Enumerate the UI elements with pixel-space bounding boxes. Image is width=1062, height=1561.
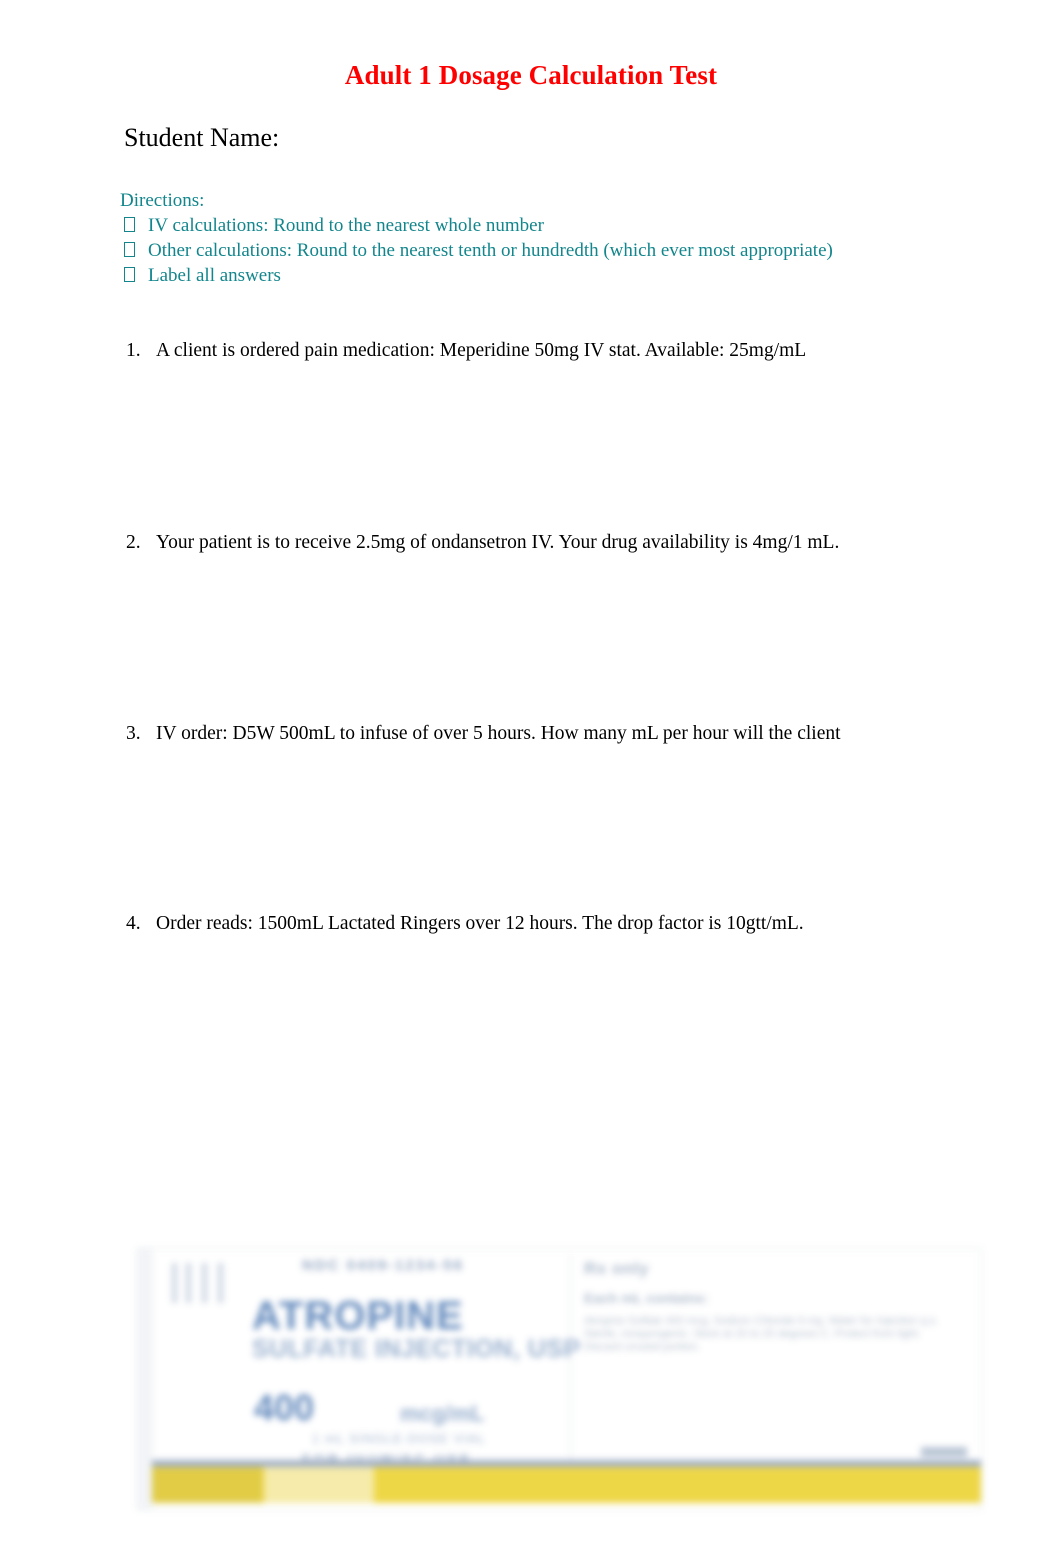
document-page: Adult 1 Dosage Calculation Test Student … (0, 0, 1062, 1561)
medication-vial-label-image: NDC 0409-1234-56 ATROPINE SULFATE INJECT… (137, 1248, 982, 1510)
question-item-2: 2. Your patient is to receive 2.5mg of on… (126, 532, 839, 554)
barcode-icon (172, 1263, 242, 1303)
question-number: 3. (126, 723, 141, 744)
question-number: 1. (126, 340, 141, 361)
bullet-box-icon (124, 217, 135, 232)
student-name-label: Student Name: (124, 123, 280, 152)
directions-item-label-all-answers: Label all answers (120, 263, 920, 288)
label-fineprint-block: Rx only Each mL contains: Atropine Sulfa… (584, 1259, 954, 1354)
question-text: Order reads: 1500mL Lactated Ringers ove… (156, 913, 804, 934)
label-drug-subtitle: SULFATE INJECTION, USP (252, 1335, 581, 1363)
bullet-box-icon (124, 242, 135, 257)
bullet-box-icon (124, 267, 135, 282)
label-ndc-code: NDC 0409-1234-56 (302, 1257, 465, 1274)
label-left-strip (138, 1249, 152, 1509)
directions-item-label: Other calculations: Round to the nearest… (148, 240, 833, 261)
directions-block: Directions: IV calculations: Round to th… (120, 188, 920, 288)
label-contents-text: Atropine Sulfate 400 mcg, Sodium Chlorid… (584, 1315, 939, 1353)
label-yellow-band (152, 1467, 981, 1503)
label-content: NDC 0409-1234-56 ATROPINE SULFATE INJECT… (152, 1249, 981, 1509)
directions-item-iv-calculations: IV calculations: Round to the nearest wh… (120, 213, 920, 238)
label-divider (570, 1255, 571, 1473)
label-strength-value: 400 (254, 1387, 315, 1428)
label-drug-name: ATROPINE (252, 1294, 464, 1338)
label-contents-heading: Each mL contains: (584, 1290, 709, 1306)
label-volume: 1 mL SINGLE-DOSE VIAL (312, 1431, 486, 1446)
question-item-4: 4. Order reads: 1500mL Lactated Ringers o… (126, 913, 804, 935)
directions-item-label: IV calculations: Round to the nearest wh… (148, 215, 544, 236)
label-yellow-band-dark (152, 1467, 262, 1503)
label-lot-box (921, 1447, 967, 1457)
directions-heading: Directions: (120, 190, 205, 211)
question-item-1: 1. A client is ordered pain medication: M… (126, 340, 806, 362)
label-rx-only: Rx only (584, 1259, 649, 1278)
question-number: 2. (126, 532, 141, 553)
question-item-3: 3. IV order: D5W 500mL to infuse of over … (126, 723, 841, 745)
question-number: 4. (126, 913, 141, 934)
label-strength-unit: mcg/mL (400, 1401, 485, 1426)
question-text: Your patient is to receive 2.5mg of onda… (156, 532, 840, 553)
label-yellow-band-light (264, 1467, 374, 1503)
directions-item-label: Label all answers (148, 265, 281, 286)
page-title: Adult 1 Dosage Calculation Test (344, 60, 718, 90)
question-text: IV order: D5W 500mL to infuse of over 5 … (156, 723, 841, 744)
question-text: A client is ordered pain medication: Mep… (156, 340, 807, 361)
directions-item-other-calculations: Other calculations: Round to the nearest… (120, 238, 920, 263)
